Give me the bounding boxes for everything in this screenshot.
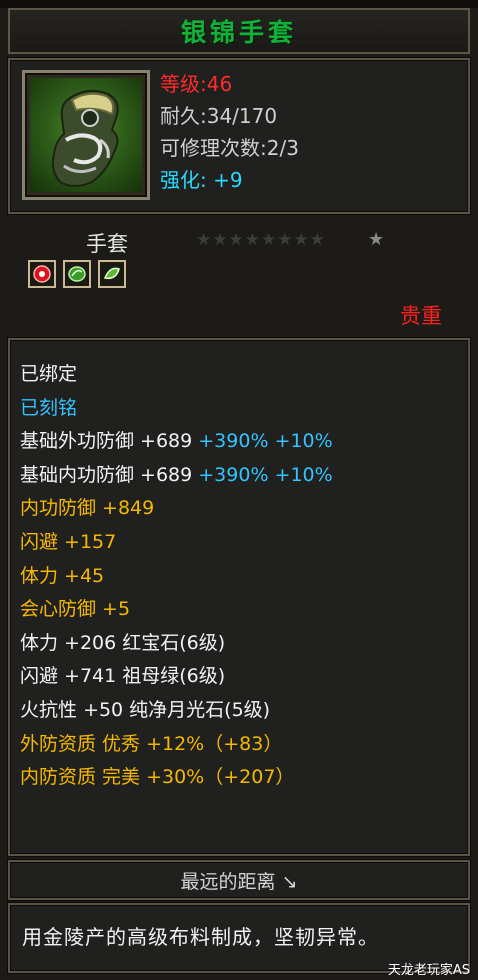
attribute-line: 体力 +45 <box>20 564 105 587</box>
aptitude-line: 内防资质 完美 +30%（+207） <box>20 766 295 789</box>
item-enhance-level: 强化: +9 <box>160 168 243 192</box>
gem-slots <box>28 260 126 288</box>
item-stats: 等级:46 耐久:34/170 可修理次数:2/3 强化: +9 <box>160 68 299 196</box>
emerald-gem-icon[interactable] <box>63 260 91 288</box>
attributes-panel: 已绑定 已刻铭 基础外功防御 +689 +390% +10% 基础内功防御 +6… <box>8 338 470 856</box>
attribute-line: 基础外功防御 +689 +390% +10% <box>20 430 333 453</box>
signature-panel: 最远的距离 ↘ <box>8 860 470 900</box>
watermark: 天龙老玩家AS <box>387 963 470 978</box>
item-type-panel: 手套 ★★★★★★★★ ★ 贵重 <box>8 216 470 336</box>
engraved-status: 已刻铭 <box>20 396 78 419</box>
attribute-line: 基础内功防御 +689 +390% +10% <box>20 463 333 486</box>
attribute-list: 已绑定 已刻铭 基础外功防御 +689 +390% +10% 基础内功防御 +6… <box>20 358 333 795</box>
item-type: 手套 <box>86 232 128 256</box>
item-repair-count: 可修理次数:2/3 <box>160 136 299 160</box>
item-header-panel: 等级:46 耐久:34/170 可修理次数:2/3 强化: +9 <box>8 58 470 214</box>
item-icon-frame <box>22 70 150 200</box>
bound-status: 已绑定 <box>20 363 78 385</box>
attribute-line: 闪避 +157 <box>20 530 117 553</box>
aptitude-line: 外防资质 优秀 +12%（+83） <box>20 732 283 755</box>
item-description: 用金陵产的高级布料制成，坚韧异常。 <box>22 925 379 949</box>
gem-attribute-line: 闪避 +741 祖母绿(6级) <box>20 665 226 688</box>
top-strip <box>0 0 478 8</box>
attribute-line: 会心防御 +5 <box>20 598 131 621</box>
item-quality: 贵重 <box>400 304 442 328</box>
ruby-gem-icon[interactable] <box>28 260 56 288</box>
star-rating-dim: ★★★★★★★★ <box>196 230 326 250</box>
moonstone-gem-icon[interactable] <box>98 260 126 288</box>
glove-icon <box>30 78 142 192</box>
glove-icon-graphic <box>51 89 119 187</box>
item-name: 银锦手套 <box>180 18 297 47</box>
gem-attribute-line: 火抗性 +50 纯净月光石(5级) <box>20 698 271 721</box>
item-title-bar: 银锦手套 <box>8 8 470 54</box>
item-level: 等级:46 <box>160 72 233 96</box>
star-icon: ★ <box>368 229 385 250</box>
attribute-line: 内功防御 +849 <box>20 497 155 520</box>
gem-attribute-line: 体力 +206 红宝石(6级) <box>20 631 226 654</box>
engraved-signature: 最远的距离 ↘ <box>180 870 298 893</box>
item-durability: 耐久:34/170 <box>160 104 278 128</box>
